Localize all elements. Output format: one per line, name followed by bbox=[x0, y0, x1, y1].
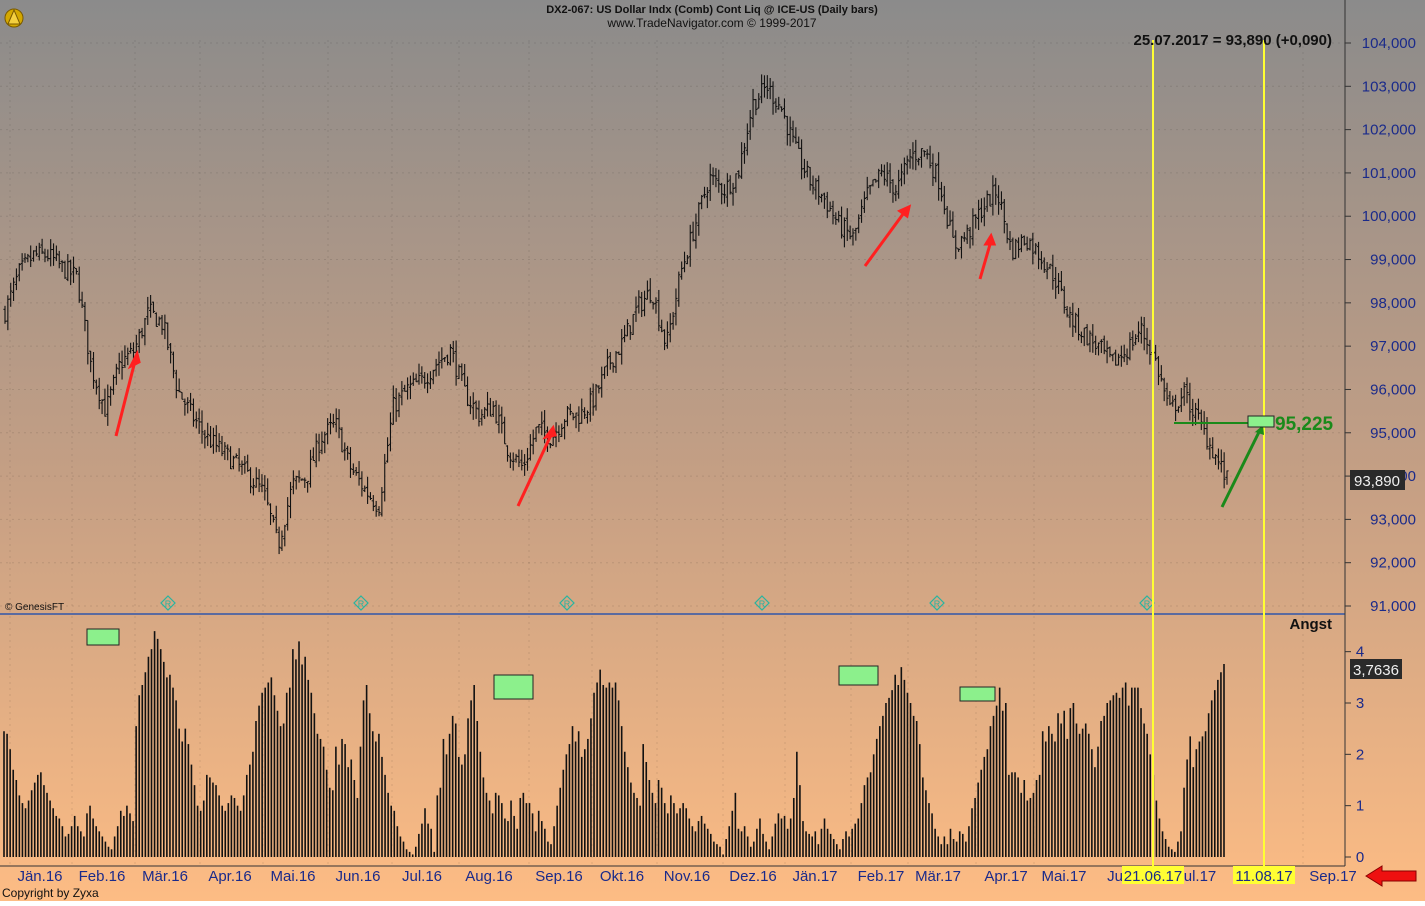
price-tick-label: 92,000 bbox=[1370, 555, 1416, 572]
time-tick-label: Jun.16 bbox=[335, 868, 380, 885]
time-tick-label: Sep.17 bbox=[1309, 868, 1357, 885]
time-tick-label: Sep.16 bbox=[535, 868, 583, 885]
chart-subtitle: www.TradeNavigator.com © 1999-2017 bbox=[606, 16, 816, 30]
time-tick-label: Nov.16 bbox=[664, 868, 710, 885]
chart-window: 91,00092,00093,00094,00095,00096,00097,0… bbox=[0, 0, 1425, 901]
indicator-tick-label: 1 bbox=[1356, 798, 1364, 815]
svg-text:R: R bbox=[564, 599, 571, 609]
peak-marker-1 bbox=[87, 629, 119, 645]
svg-text:R: R bbox=[165, 599, 172, 609]
date-label-1: 21.06.17 bbox=[1124, 868, 1182, 885]
indicator-tick-label: 2 bbox=[1356, 746, 1364, 763]
time-tick-label: Mai.16 bbox=[270, 868, 315, 885]
indicator-tick-label: 3 bbox=[1356, 695, 1364, 712]
copyright-text: Copyright by Zyxa bbox=[2, 886, 99, 900]
genesis-label: © GenesisFT bbox=[5, 602, 64, 613]
time-tick-label: Aug.16 bbox=[465, 868, 513, 885]
time-tick-label: Mai.17 bbox=[1041, 868, 1086, 885]
price-readout: 25.07.2017 = 93,890 (+0,090) bbox=[1133, 32, 1332, 49]
time-tick-label: Feb.17 bbox=[858, 868, 905, 885]
svg-text:R: R bbox=[934, 599, 941, 609]
lower-panel-title: Angst bbox=[1290, 616, 1333, 633]
price-tick-label: 99,000 bbox=[1370, 252, 1416, 269]
time-tick-label: Jän.17 bbox=[792, 868, 837, 885]
price-tick-label: 97,000 bbox=[1370, 338, 1416, 355]
time-tick-label: Mär.17 bbox=[915, 868, 961, 885]
time-tick-label: Okt.16 bbox=[600, 868, 644, 885]
time-tick-label: Apr.16 bbox=[208, 868, 251, 885]
peak-marker-2 bbox=[494, 675, 533, 699]
last-price-label: 93,890 bbox=[1354, 473, 1400, 490]
time-tick-label: Jul.16 bbox=[402, 868, 442, 885]
price-tick-label: 93,000 bbox=[1370, 511, 1416, 528]
last-indicator-label: 3,7636 bbox=[1353, 662, 1399, 679]
time-tick-label: Apr.17 bbox=[984, 868, 1027, 885]
time-tick-label: Feb.16 bbox=[79, 868, 126, 885]
svg-text:R: R bbox=[1144, 599, 1151, 609]
price-tick-label: 104,000 bbox=[1362, 35, 1416, 52]
target-marker-box bbox=[1248, 416, 1274, 427]
date-label-2: 11.08.17 bbox=[1235, 868, 1292, 885]
chart-svg: 91,00092,00093,00094,00095,00096,00097,0… bbox=[0, 0, 1425, 901]
indicator-tick-label: 4 bbox=[1356, 644, 1364, 661]
time-tick-label: Mär.16 bbox=[142, 868, 188, 885]
price-tick-label: 96,000 bbox=[1370, 381, 1416, 398]
peak-marker-3 bbox=[839, 666, 878, 685]
time-tick-label: Dez.16 bbox=[729, 868, 777, 885]
indicator-tick-label: 0 bbox=[1356, 849, 1364, 866]
time-tick-label: Ju bbox=[1107, 868, 1123, 885]
price-tick-label: 102,000 bbox=[1362, 122, 1416, 139]
price-tick-label: 101,000 bbox=[1362, 165, 1416, 182]
time-tick-label: Jän.16 bbox=[17, 868, 62, 885]
logo-icon bbox=[5, 9, 23, 27]
price-tick-label: 100,000 bbox=[1362, 208, 1416, 225]
price-tick-label: 103,000 bbox=[1362, 78, 1416, 95]
price-tick-label: 98,000 bbox=[1370, 295, 1416, 312]
svg-text:R: R bbox=[358, 599, 365, 609]
price-tick-label: 91,000 bbox=[1370, 598, 1416, 615]
price-tick-label: 95,000 bbox=[1370, 425, 1416, 442]
time-tick-label: ul.17 bbox=[1184, 868, 1217, 885]
target-label: 95,225 bbox=[1275, 414, 1334, 435]
chart-title: DX2-067: US Dollar Indx (Comb) Cont Liq … bbox=[546, 4, 878, 16]
peak-marker-4 bbox=[960, 687, 995, 701]
svg-text:R: R bbox=[759, 599, 766, 609]
